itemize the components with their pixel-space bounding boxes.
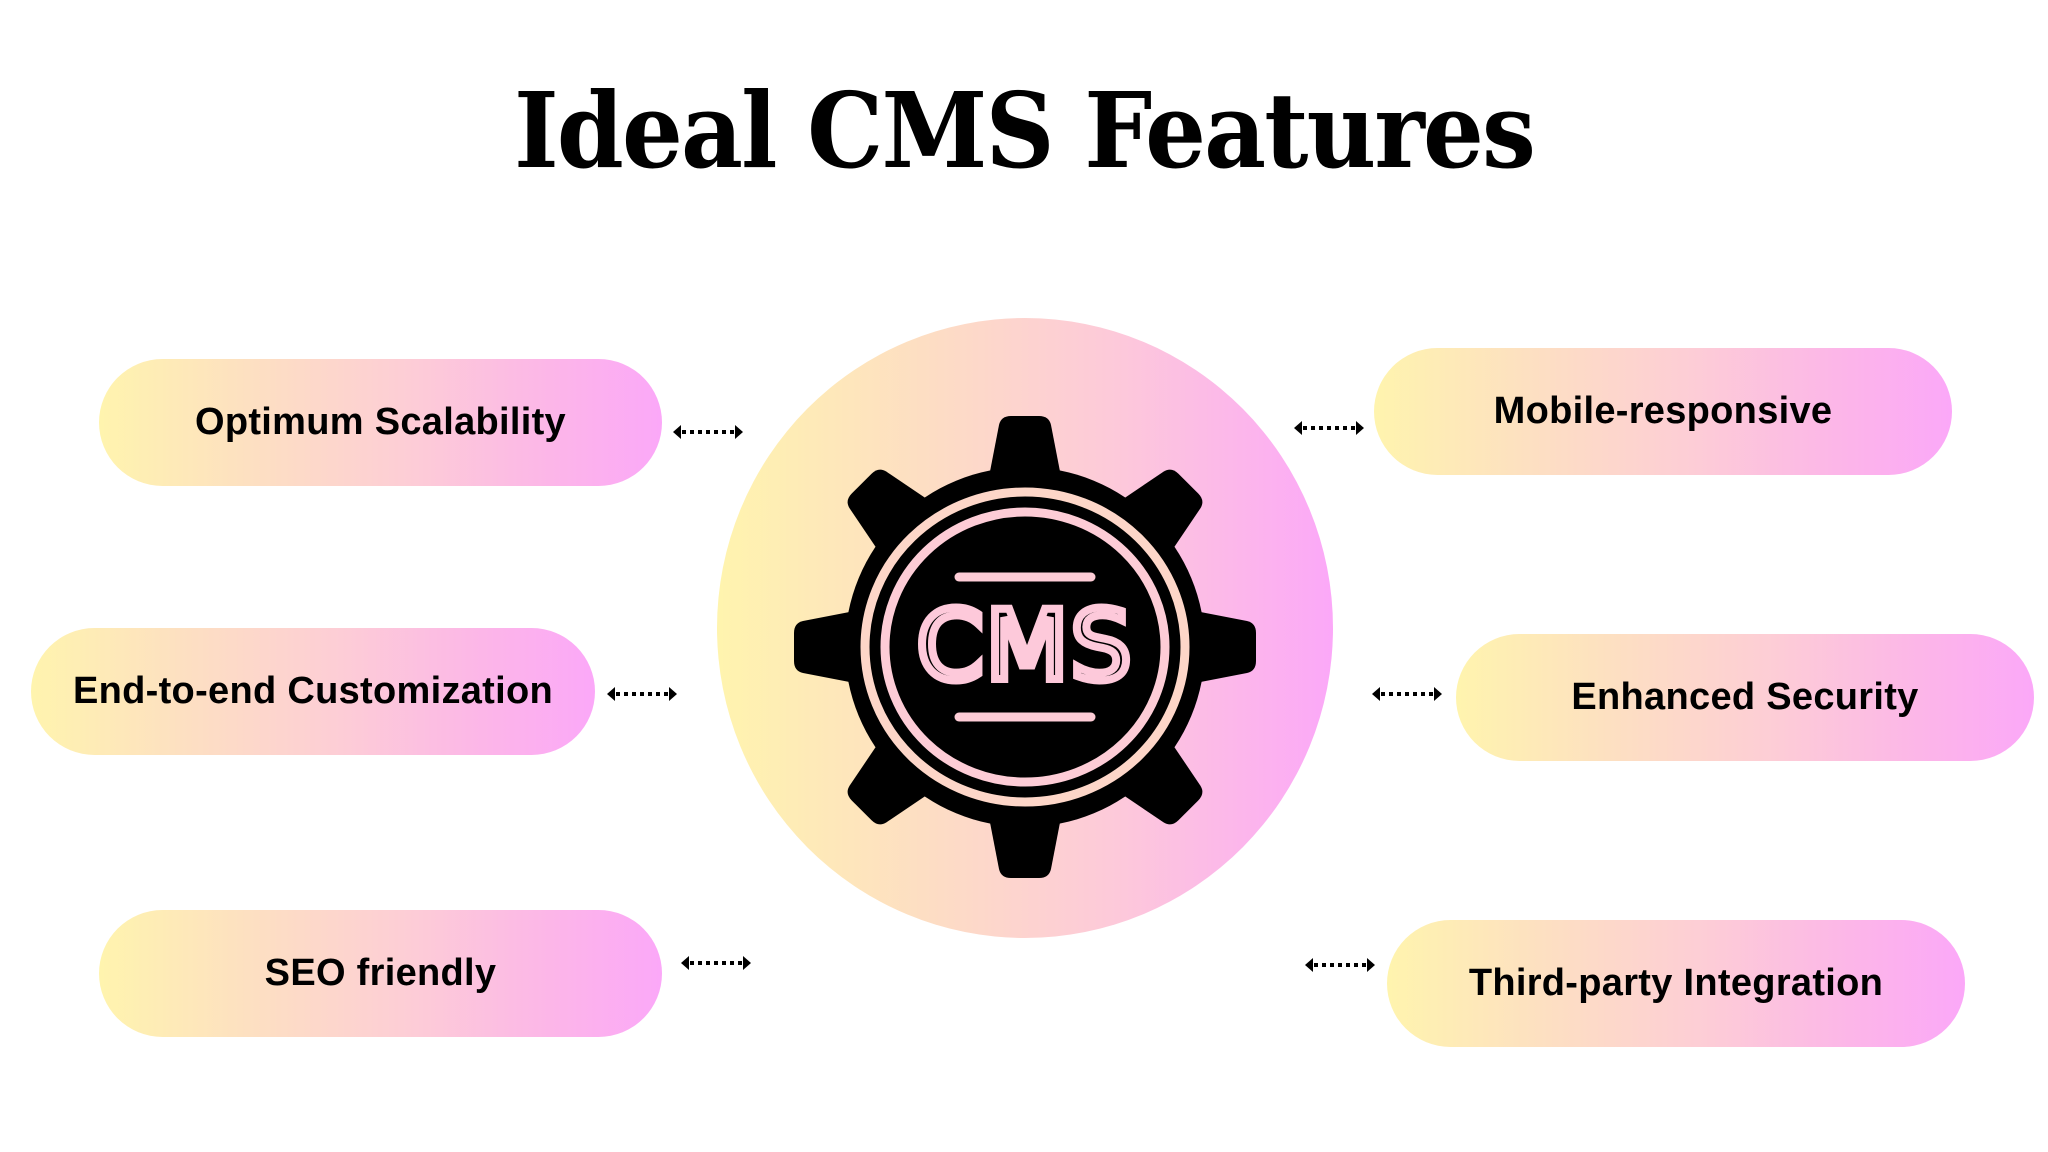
double-arrow-icon [1305,958,1375,972]
double-arrow-icon [673,425,743,439]
gear-icon: CMS [794,416,1256,878]
cms-gear-icon: CMS [794,416,1256,878]
feature-pill-optimum-scalability: Optimum Scalability [99,359,662,486]
feature-pill-third-party-integration: Third-party Integration [1387,920,1965,1047]
page-title: Ideal CMS Features [513,69,1536,192]
feature-label: SEO friendly [264,952,497,994]
double-arrow-icon [1372,687,1442,701]
feature-label: Enhanced Security [1571,676,1919,718]
feature-pill-seo-friendly: SEO friendly [99,910,662,1037]
double-arrow-icon [1294,421,1364,435]
feature-label: End-to-end Customization [72,670,554,712]
feature-pill-enhanced-security: Enhanced Security [1456,634,2034,761]
feature-label: Mobile-responsive [1493,390,1833,432]
feature-pill-end-to-end-customization: End-to-end Customization [31,628,595,755]
feature-label: Third-party Integration [1468,962,1884,1004]
double-arrow-icon [681,956,751,970]
feature-label: Optimum Scalability [194,401,566,443]
feature-pill-mobile-responsive: Mobile-responsive [1374,348,1952,475]
double-arrow-icon [607,687,677,701]
cms-label: CMS [917,590,1134,702]
